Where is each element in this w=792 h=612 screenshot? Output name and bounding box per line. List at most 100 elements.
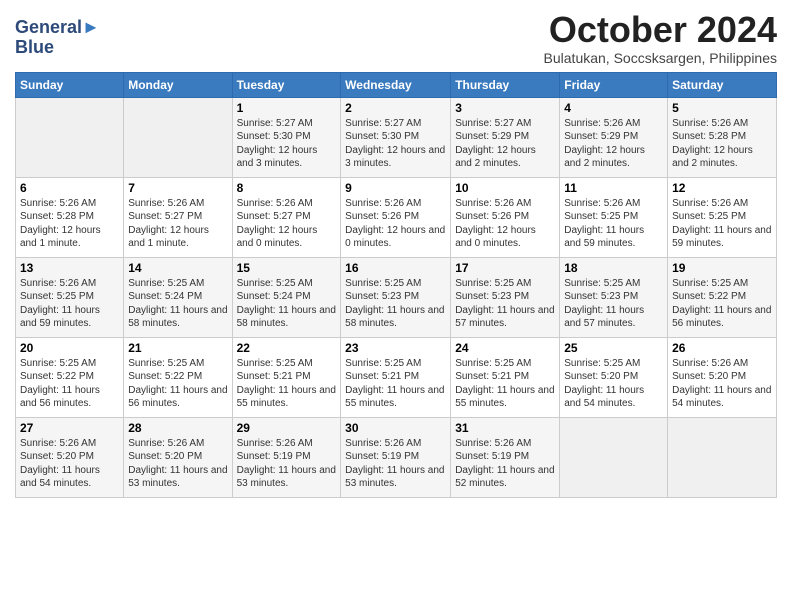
day-of-week-header: Monday [124, 72, 232, 97]
calendar-day-cell: 6Sunrise: 5:26 AM Sunset: 5:28 PM Daylig… [16, 177, 124, 257]
day-info: Sunrise: 5:26 AM Sunset: 5:20 PM Dayligh… [672, 357, 772, 411]
calendar-week-row: 1 Sunrise: 5:27 AM Sunset: 5:30 PM Daylig… [16, 97, 777, 177]
day-info: Sunrise: 5:26 AM Sunset: 5:25 PM Dayligh… [564, 197, 663, 251]
day-number: 6 [20, 181, 119, 195]
calendar-day-cell [560, 417, 668, 497]
calendar-day-cell: 29 Sunrise: 5:26 AM Sunset: 5:19 PM Dayli… [232, 417, 341, 497]
calendar-day-cell: 2 Sunrise: 5:27 AM Sunset: 5:30 PM Daylig… [341, 97, 451, 177]
day-info: Sunrise: 5:26 AM Sunset: 5:25 PM Dayligh… [672, 197, 772, 251]
day-info: Sunrise: 5:25 AM Sunset: 5:22 PM Dayligh… [20, 357, 119, 411]
logo: General►Blue [15, 18, 100, 58]
day-number: 9 [345, 181, 446, 195]
day-info: Sunrise: 5:26 AM Sunset: 5:27 PM Dayligh… [128, 197, 227, 251]
day-number: 28 [128, 421, 227, 435]
day-number: 10 [455, 181, 555, 195]
day-number: 3 [455, 101, 555, 115]
calendar-day-cell: 25Sunrise: 5:25 AM Sunset: 5:20 PM Dayli… [560, 337, 668, 417]
day-number: 11 [564, 181, 663, 195]
day-number: 23 [345, 341, 446, 355]
day-of-week-header: Saturday [668, 72, 777, 97]
day-info: Sunrise: 5:25 AM Sunset: 5:21 PM Dayligh… [237, 357, 337, 411]
calendar-day-cell: 3 Sunrise: 5:27 AM Sunset: 5:29 PM Daylig… [451, 97, 560, 177]
day-number: 15 [237, 261, 337, 275]
day-number: 1 [237, 101, 337, 115]
day-number: 17 [455, 261, 555, 275]
day-number: 29 [237, 421, 337, 435]
calendar-day-cell: 15Sunrise: 5:25 AM Sunset: 5:24 PM Dayli… [232, 257, 341, 337]
day-header-row: SundayMondayTuesdayWednesdayThursdayFrid… [16, 72, 777, 97]
location-subtitle: Bulatukan, Soccsksargen, Philippines [544, 50, 777, 66]
calendar-day-cell: 4 Sunrise: 5:26 AM Sunset: 5:29 PM Daylig… [560, 97, 668, 177]
calendar-day-cell [668, 417, 777, 497]
calendar-week-row: 20 Sunrise: 5:25 AM Sunset: 5:22 PM Dayli… [16, 337, 777, 417]
day-number: 14 [128, 261, 227, 275]
day-info: Sunrise: 5:25 AM Sunset: 5:23 PM Dayligh… [345, 277, 446, 331]
calendar-day-cell: 31Sunrise: 5:26 AM Sunset: 5:19 PM Dayli… [451, 417, 560, 497]
calendar-day-cell: 1 Sunrise: 5:27 AM Sunset: 5:30 PM Daylig… [232, 97, 341, 177]
day-info: Sunrise: 5:25 AM Sunset: 5:21 PM Dayligh… [455, 357, 555, 411]
calendar-day-cell: 12 Sunrise: 5:26 AM Sunset: 5:25 PM Dayli… [668, 177, 777, 257]
day-number: 20 [20, 341, 119, 355]
calendar-day-cell: 22 Sunrise: 5:25 AM Sunset: 5:21 PM Dayli… [232, 337, 341, 417]
day-info: Sunrise: 5:26 AM Sunset: 5:29 PM Dayligh… [564, 117, 663, 171]
calendar-day-cell: 7 Sunrise: 5:26 AM Sunset: 5:27 PM Daylig… [124, 177, 232, 257]
calendar-day-cell: 24 Sunrise: 5:25 AM Sunset: 5:21 PM Dayli… [451, 337, 560, 417]
day-info: Sunrise: 5:25 AM Sunset: 5:22 PM Dayligh… [672, 277, 772, 331]
calendar-day-cell: 23 Sunrise: 5:25 AM Sunset: 5:21 PM Dayli… [341, 337, 451, 417]
day-number: 8 [237, 181, 337, 195]
day-info: Sunrise: 5:25 AM Sunset: 5:22 PM Dayligh… [128, 357, 227, 411]
day-number: 4 [564, 101, 663, 115]
day-of-week-header: Wednesday [341, 72, 451, 97]
day-number: 30 [345, 421, 446, 435]
day-number: 19 [672, 261, 772, 275]
logo-text: General►Blue [15, 18, 100, 58]
day-number: 25 [564, 341, 663, 355]
calendar-day-cell [124, 97, 232, 177]
day-number: 16 [345, 261, 446, 275]
title-block: October 2024 Bulatukan, Soccsksargen, Ph… [544, 10, 777, 66]
calendar-day-cell: 5 Sunrise: 5:26 AM Sunset: 5:28 PM Daylig… [668, 97, 777, 177]
calendar-day-cell: 11 Sunrise: 5:26 AM Sunset: 5:25 PM Dayli… [560, 177, 668, 257]
calendar-day-cell: 28 Sunrise: 5:26 AM Sunset: 5:20 PM Dayli… [124, 417, 232, 497]
day-number: 5 [672, 101, 772, 115]
day-info: Sunrise: 5:25 AM Sunset: 5:23 PM Dayligh… [455, 277, 555, 331]
day-info: Sunrise: 5:25 AM Sunset: 5:23 PM Dayligh… [564, 277, 663, 331]
calendar-table: SundayMondayTuesdayWednesdayThursdayFrid… [15, 72, 777, 498]
day-number: 27 [20, 421, 119, 435]
day-info: Sunrise: 5:27 AM Sunset: 5:29 PM Dayligh… [455, 117, 555, 171]
day-info: Sunrise: 5:27 AM Sunset: 5:30 PM Dayligh… [345, 117, 446, 171]
calendar-week-row: 27 Sunrise: 5:26 AM Sunset: 5:20 PM Dayli… [16, 417, 777, 497]
calendar-day-cell [16, 97, 124, 177]
calendar-day-cell: 8Sunrise: 5:26 AM Sunset: 5:27 PM Daylig… [232, 177, 341, 257]
day-number: 22 [237, 341, 337, 355]
calendar-week-row: 13Sunrise: 5:26 AM Sunset: 5:25 PM Dayli… [16, 257, 777, 337]
day-of-week-header: Sunday [16, 72, 124, 97]
day-number: 18 [564, 261, 663, 275]
day-info: Sunrise: 5:26 AM Sunset: 5:26 PM Dayligh… [345, 197, 446, 251]
day-of-week-header: Tuesday [232, 72, 341, 97]
calendar-day-cell: 9 Sunrise: 5:26 AM Sunset: 5:26 PM Daylig… [341, 177, 451, 257]
day-info: Sunrise: 5:26 AM Sunset: 5:19 PM Dayligh… [345, 437, 446, 491]
calendar-day-cell: 13Sunrise: 5:26 AM Sunset: 5:25 PM Dayli… [16, 257, 124, 337]
day-of-week-header: Friday [560, 72, 668, 97]
day-number: 31 [455, 421, 555, 435]
day-number: 13 [20, 261, 119, 275]
day-number: 7 [128, 181, 227, 195]
day-info: Sunrise: 5:25 AM Sunset: 5:21 PM Dayligh… [345, 357, 446, 411]
day-info: Sunrise: 5:26 AM Sunset: 5:28 PM Dayligh… [672, 117, 772, 171]
day-info: Sunrise: 5:26 AM Sunset: 5:20 PM Dayligh… [128, 437, 227, 491]
calendar-day-cell: 27 Sunrise: 5:26 AM Sunset: 5:20 PM Dayli… [16, 417, 124, 497]
page-header: General►Blue October 2024 Bulatukan, Soc… [15, 10, 777, 66]
day-info: Sunrise: 5:26 AM Sunset: 5:19 PM Dayligh… [237, 437, 337, 491]
calendar-day-cell: 18 Sunrise: 5:25 AM Sunset: 5:23 PM Dayli… [560, 257, 668, 337]
day-number: 12 [672, 181, 772, 195]
day-number: 26 [672, 341, 772, 355]
day-info: Sunrise: 5:27 AM Sunset: 5:30 PM Dayligh… [237, 117, 337, 171]
day-number: 21 [128, 341, 227, 355]
calendar-day-cell: 19 Sunrise: 5:25 AM Sunset: 5:22 PM Dayli… [668, 257, 777, 337]
day-info: Sunrise: 5:26 AM Sunset: 5:20 PM Dayligh… [20, 437, 119, 491]
day-number: 24 [455, 341, 555, 355]
day-of-week-header: Thursday [451, 72, 560, 97]
day-number: 2 [345, 101, 446, 115]
calendar-day-cell: 30 Sunrise: 5:26 AM Sunset: 5:19 PM Dayli… [341, 417, 451, 497]
